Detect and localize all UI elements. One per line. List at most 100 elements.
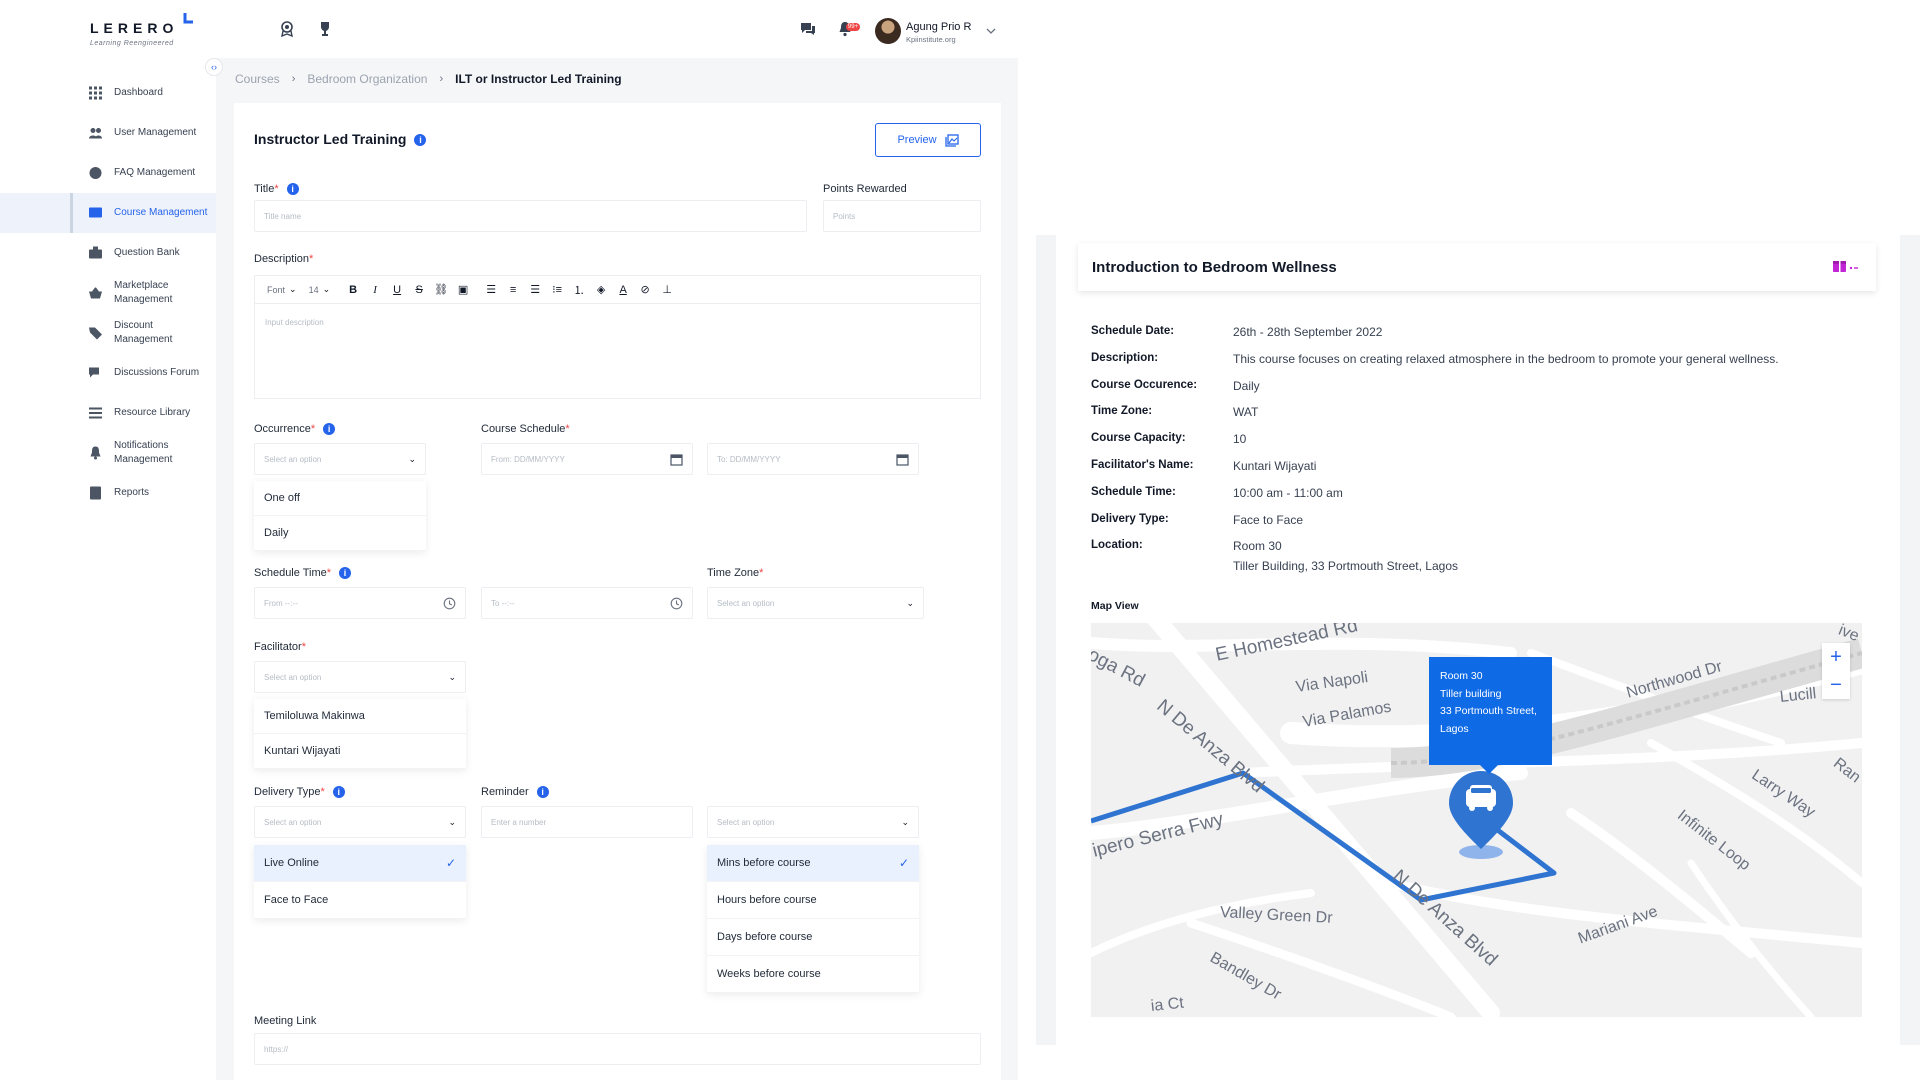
font-size-select[interactable]: 14 ⌄ (303, 284, 337, 295)
zoom-out-button[interactable]: − (1822, 671, 1850, 699)
detail-key: Schedule Time: (1091, 485, 1176, 498)
image-icon[interactable]: ▣ (452, 279, 474, 301)
title-label-text: Title (254, 183, 275, 195)
reminder-option[interactable]: Weeks before course (707, 956, 919, 993)
location-popup[interactable]: Room 30 Tiller building 33 Portmouth Str… (1429, 657, 1552, 774)
breadcrumb-courses[interactable]: Courses (235, 72, 280, 86)
detail-key: Location: (1091, 539, 1143, 552)
occurrence-select[interactable]: Select an option ⌄ (254, 443, 426, 475)
sidebar-item[interactable]: User Management (0, 113, 216, 153)
breadcrumb-course[interactable]: Bedroom Organization (307, 72, 427, 86)
chevron-down-icon: ⌄ (906, 597, 914, 608)
info-icon[interactable]: i (339, 567, 352, 580)
subscript-icon[interactable]: ⊥ (656, 279, 678, 301)
reminder-number-input[interactable]: Enter a number (481, 806, 693, 838)
occurrence-option[interactable]: Daily (254, 516, 426, 551)
title-input[interactable]: Title name (254, 200, 807, 232)
option-label: Kuntari Wijayati (264, 745, 341, 757)
detail-key: Time Zone: (1091, 405, 1153, 418)
from-time-input[interactable]: From --:-- (254, 587, 466, 619)
zoom-in-button[interactable]: + (1822, 643, 1850, 671)
info-icon[interactable]: i (323, 423, 336, 436)
sidebar-item[interactable]: FAQ Management (0, 153, 216, 193)
to-date-input[interactable]: To: DD/MM/YYYY (707, 443, 919, 475)
align-left-icon[interactable]: ☰ (480, 279, 502, 301)
sidebar-item-label: Resource Library (114, 407, 191, 418)
sidebar-item[interactable]: Course Management (0, 193, 216, 233)
reminder-option[interactable]: Days before course (707, 919, 919, 956)
trophy-icon[interactable] (316, 20, 334, 38)
reminder-unit-select[interactable]: Select an option ⌄ (707, 806, 919, 838)
info-icon[interactable]: i (286, 183, 299, 196)
delivery-option[interactable]: Live Online ✓ (254, 845, 466, 882)
description-editor[interactable]: Input description (254, 303, 981, 399)
chevron-right-icon: › (439, 73, 444, 85)
sidebar-item[interactable]: Discussions Forum (0, 353, 216, 393)
title-placeholder: Title name (264, 211, 302, 221)
reminder-option[interactable]: Hours before course (707, 882, 919, 919)
numbered-list-icon[interactable]: ⒈ (568, 279, 590, 301)
sidebar-item[interactable]: Dashboard (0, 73, 216, 113)
to-time-input[interactable]: To --:-- (481, 587, 693, 619)
chevron-down-icon: ⌄ (901, 816, 909, 827)
facilitator-select[interactable]: Select an option ⌄ (254, 661, 466, 693)
font-select-value: Font (267, 284, 286, 295)
sidebar-item[interactable]: Notifications Management (0, 433, 216, 473)
award-icon[interactable] (278, 20, 296, 38)
points-input[interactable]: Points (823, 200, 981, 232)
occurrence-option[interactable]: One off (254, 481, 426, 516)
avatar[interactable] (875, 18, 901, 44)
align-right-icon[interactable]: ☰ (524, 279, 546, 301)
detail-value: Room 30 Tiller Building, 33 Portmouth St… (1233, 536, 1458, 576)
info-icon[interactable]: i (414, 134, 427, 147)
calendar-icon[interactable] (896, 453, 909, 466)
delivery-type-label: Delivery Type* i (254, 786, 345, 799)
meeting-link-placeholder: https:// (264, 1044, 289, 1054)
reminder-label: Reminder i (481, 786, 549, 799)
highlight-icon[interactable]: ◈ (590, 279, 612, 301)
sidebar-item[interactable]: Question Bank (0, 233, 216, 273)
time-zone-select[interactable]: Select an option ⌄ (707, 587, 924, 619)
sidebar-item[interactable]: Reports (0, 473, 216, 513)
font-select[interactable]: Font ⌄ (261, 284, 303, 295)
description-label-text: Description (254, 253, 310, 265)
gift-menu-icon[interactable] (1832, 259, 1858, 273)
delivery-type-select[interactable]: Select an option ⌄ (254, 806, 466, 838)
detail-row: Schedule Date: 26th - 28th September 2022 (1091, 325, 1851, 352)
from-date-input[interactable]: From: DD/MM/YYYY (481, 443, 693, 475)
editor-toolbar: Font ⌄ 14 ⌄ B I U S ⛓ ▣ ☰ ≡ ☰ ⁝≡ ⒈ ◈ A ⊘ ⊥ (254, 275, 981, 303)
italic-icon[interactable]: I (364, 279, 386, 301)
clock-icon[interactable] (443, 597, 456, 610)
detail-key: Course Occurence: (1091, 378, 1198, 391)
facilitator-option[interactable]: Temiloluwa Makinwa (254, 699, 466, 734)
messages-icon[interactable] (799, 20, 817, 38)
bold-icon[interactable]: B (342, 279, 364, 301)
meeting-link-input[interactable]: https:// (254, 1033, 981, 1065)
user-name[interactable]: Agung Prio R (906, 21, 971, 33)
link-icon[interactable]: ⛓ (430, 279, 452, 301)
info-icon[interactable]: i (332, 786, 345, 799)
sidebar-item[interactable]: Resource Library (0, 393, 216, 433)
reminder-option[interactable]: Mins before course ✓ (707, 845, 919, 882)
map-view[interactable]: oga Rd E Homestead Rd Via Napoli Via Pal… (1091, 623, 1862, 1017)
underline-icon[interactable]: U (386, 279, 408, 301)
brand-logo[interactable]: LERERO Learning Reengineered (90, 13, 193, 47)
calendar-icon[interactable] (670, 453, 683, 466)
delivery-option[interactable]: Face to Face (254, 882, 466, 919)
preview-button[interactable]: Preview (875, 123, 981, 157)
strikethrough-icon[interactable]: S (408, 279, 430, 301)
chevron-down-icon[interactable] (986, 27, 996, 35)
bullet-list-icon[interactable]: ⁝≡ (546, 279, 568, 301)
align-center-icon[interactable]: ≡ (502, 279, 524, 301)
collapse-sidebar-icon[interactable]: ‹› (205, 58, 223, 76)
facilitator-option[interactable]: Kuntari Wijayati (254, 734, 466, 769)
option-label: Temiloluwa Makinwa (264, 710, 365, 722)
clear-format-icon[interactable]: ⊘ (634, 279, 656, 301)
text-color-icon[interactable]: A (612, 279, 634, 301)
clock-icon[interactable] (670, 597, 683, 610)
sidebar-item[interactable]: Marketplace Management (0, 273, 216, 313)
option-label: Hours before course (717, 894, 817, 906)
sidebar-item[interactable]: Discount Management (0, 313, 216, 353)
info-icon[interactable]: i (536, 786, 549, 799)
detail-key: Course Capacity: (1091, 432, 1186, 445)
